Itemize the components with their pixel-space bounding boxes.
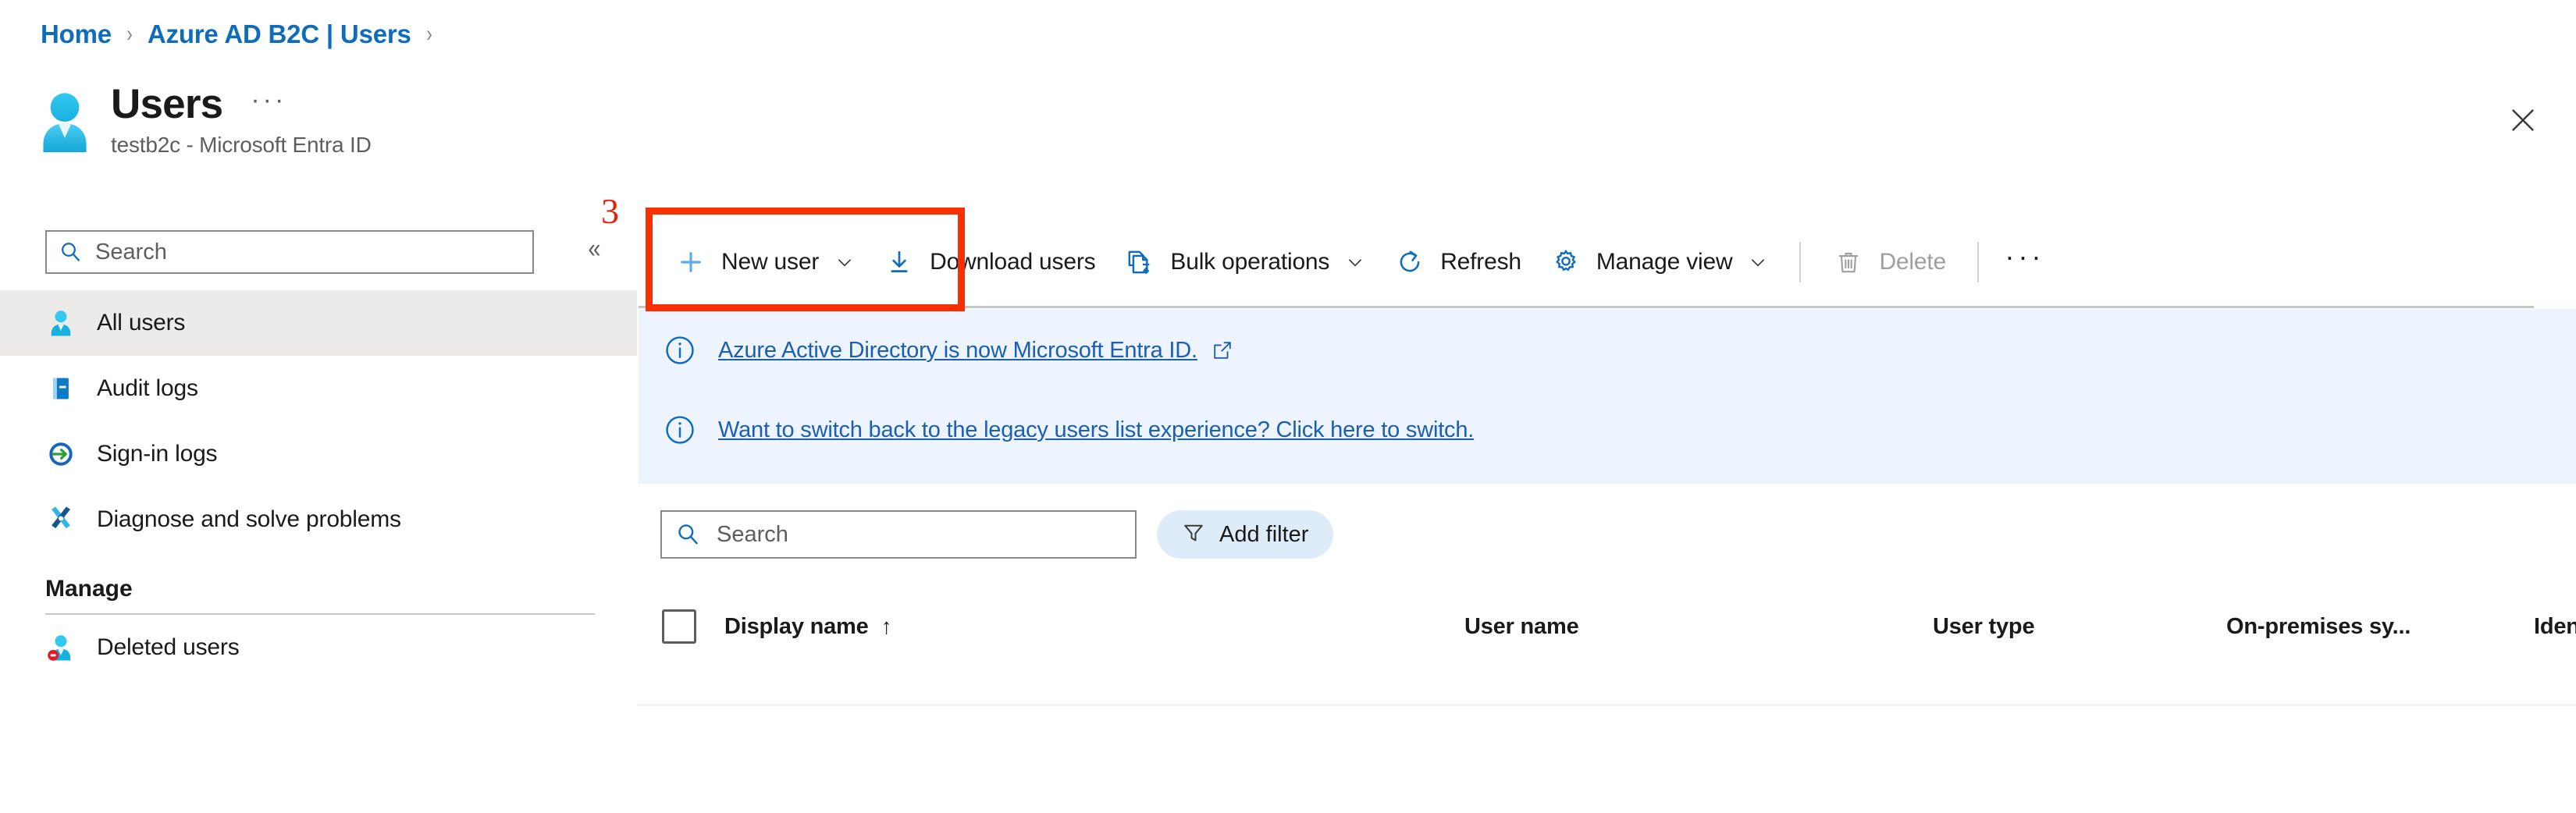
sidebar-item-label: Audit logs bbox=[97, 375, 198, 401]
sidebar-item-label: Deleted users bbox=[97, 634, 240, 660]
download-users-label: Download users bbox=[930, 249, 1096, 275]
new-user-button[interactable]: New user bbox=[660, 234, 869, 290]
sidebar-search-input[interactable]: Search bbox=[45, 230, 534, 274]
search-icon bbox=[676, 522, 701, 547]
main-panel: New user Download users Bulk operations … bbox=[637, 0, 2576, 813]
search-placeholder: Search bbox=[717, 521, 788, 547]
sign-in-logs-icon bbox=[45, 438, 76, 470]
sidebar-item-label: Sign-in logs bbox=[97, 441, 218, 467]
page-title-more-button[interactable]: ··· bbox=[251, 87, 286, 122]
plus-icon bbox=[674, 246, 707, 279]
add-filter-label: Add filter bbox=[1219, 521, 1309, 547]
bulk-operations-icon bbox=[1123, 246, 1156, 279]
column-header-label: Display name bbox=[724, 613, 869, 639]
ellipsis-icon[interactable]: ··· bbox=[1996, 234, 2054, 290]
overflow-dots: ··· bbox=[2005, 240, 2045, 272]
download-icon bbox=[883, 246, 916, 279]
info-icon bbox=[664, 414, 696, 446]
chevron-down-icon bbox=[1748, 252, 1768, 272]
bulk-operations-label: Bulk operations bbox=[1170, 249, 1330, 275]
command-bar: New user Download users Bulk operations … bbox=[637, 218, 2576, 306]
select-all-checkbox[interactable] bbox=[662, 609, 696, 644]
filter-icon bbox=[1182, 521, 1205, 549]
chevron-right-icon: › bbox=[425, 21, 432, 47]
new-user-label: New user bbox=[721, 249, 820, 275]
all-users-icon bbox=[45, 307, 76, 339]
trash-icon bbox=[1832, 246, 1865, 279]
banner-entra-rename: Azure Active Directory is now Microsoft … bbox=[664, 334, 1233, 367]
audit-logs-icon bbox=[45, 373, 76, 404]
sidebar-item-diagnose-and-solve-problems[interactable]: Diagnose and solve problems bbox=[0, 487, 637, 552]
breadcrumb: Home › Azure AD B2C | Users › bbox=[41, 17, 447, 51]
add-filter-button[interactable]: Add filter bbox=[1157, 510, 1334, 559]
page-title: Users bbox=[111, 81, 223, 127]
refresh-button[interactable]: Refresh bbox=[1379, 234, 1535, 290]
refresh-label: Refresh bbox=[1440, 249, 1521, 275]
search-icon bbox=[59, 240, 83, 264]
sidebar: Search « All users Audit logs Sign-in lo… bbox=[0, 218, 637, 813]
refresh-icon bbox=[1393, 246, 1426, 279]
sidebar-item-deleted-users[interactable]: Deleted users bbox=[0, 615, 637, 680]
chevron-right-icon: › bbox=[126, 21, 133, 47]
command-bar-divider bbox=[1799, 242, 1802, 282]
list-toolbar: Search Add filter bbox=[637, 499, 1334, 570]
column-header-identities[interactable]: Identities bbox=[2534, 614, 2576, 640]
command-bar-divider bbox=[1976, 242, 1979, 282]
page-header: Users ··· testb2c - Microsoft Entra ID bbox=[36, 82, 372, 158]
banner-link-legacy-switch[interactable]: Want to switch back to the legacy users … bbox=[718, 417, 1474, 443]
download-users-button[interactable]: Download users bbox=[869, 234, 1109, 290]
sidebar-search-placeholder: Search bbox=[95, 239, 167, 264]
sidebar-nav-list: All users Audit logs Sign-in logs Diagno… bbox=[0, 290, 637, 680]
sidebar-item-sign-in-logs[interactable]: Sign-in logs bbox=[0, 421, 637, 487]
banner-legacy-switch: Want to switch back to the legacy users … bbox=[664, 414, 1474, 446]
sidebar-item-label: Diagnose and solve problems bbox=[97, 506, 401, 532]
sidebar-item-all-users[interactable]: All users bbox=[0, 290, 637, 356]
column-header-on-premises-sync[interactable]: On-premises sy... bbox=[2226, 614, 2411, 640]
chevron-down-icon bbox=[1345, 252, 1365, 272]
external-link-icon[interactable] bbox=[1212, 339, 1233, 361]
sidebar-item-audit-logs[interactable]: Audit logs bbox=[0, 356, 637, 421]
sidebar-group-title-manage: Manage bbox=[45, 576, 133, 602]
user-icon bbox=[36, 91, 94, 152]
breadcrumb-item-azure-ad-b2c-users[interactable]: Azure AD B2C | Users bbox=[148, 20, 411, 49]
page-subtitle: testb2c - Microsoft Entra ID bbox=[111, 133, 372, 158]
table-header-rule bbox=[637, 704, 2576, 706]
diagnose-icon bbox=[45, 504, 76, 535]
sort-ascending-icon: ↑ bbox=[881, 614, 892, 638]
breadcrumb-item-home[interactable]: Home bbox=[41, 20, 112, 49]
info-banner: Azure Active Directory is now Microsoft … bbox=[639, 309, 2576, 484]
banner-link-entra-rename[interactable]: Azure Active Directory is now Microsoft … bbox=[718, 338, 1197, 364]
delete-label: Delete bbox=[1879, 249, 1946, 275]
command-bar-rule bbox=[639, 306, 2534, 308]
deleted-users-icon bbox=[45, 632, 76, 663]
bulk-operations-button[interactable]: Bulk operations bbox=[1109, 234, 1379, 290]
manage-view-button[interactable]: Manage view bbox=[1535, 234, 1783, 290]
delete-button[interactable]: Delete bbox=[1818, 234, 1960, 290]
chevron-down-icon bbox=[834, 252, 855, 272]
collapse-sidebar-icon[interactable]: « bbox=[588, 236, 600, 262]
column-header-user-name[interactable]: User name bbox=[1464, 614, 1579, 640]
gear-icon bbox=[1550, 246, 1582, 279]
manage-view-label: Manage view bbox=[1596, 249, 1733, 275]
column-header-display-name[interactable]: Display name ↑ bbox=[724, 613, 892, 640]
sidebar-item-label: All users bbox=[97, 310, 186, 335]
search-input[interactable]: Search bbox=[660, 510, 1137, 559]
info-icon bbox=[664, 334, 696, 367]
column-header-user-type[interactable]: User type bbox=[1933, 614, 2035, 640]
